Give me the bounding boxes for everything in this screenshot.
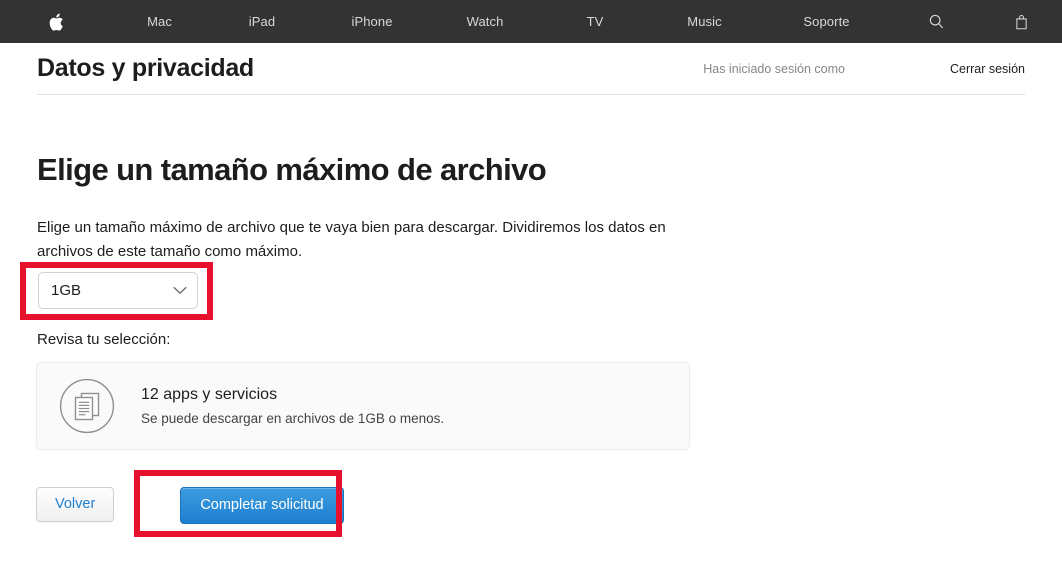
- nav-item-ipad[interactable]: iPad: [207, 0, 317, 43]
- nav-item-watch[interactable]: Watch: [427, 0, 543, 43]
- nav-item-tv[interactable]: TV: [543, 0, 647, 43]
- search-icon[interactable]: [891, 14, 981, 29]
- submit-request-button[interactable]: Completar solicitud: [180, 487, 344, 524]
- summary-card-subtitle: Se puede descargar en archivos de 1GB o …: [141, 410, 445, 426]
- documents-icon: [59, 378, 115, 434]
- back-button[interactable]: Volver: [36, 487, 115, 522]
- header-account-area: Has iniciado sesión como Cerrar sesión: [703, 62, 1025, 76]
- main-content: Elige un tamaño máximo de archivo Elige …: [0, 152, 1062, 264]
- signed-in-as-label: Has iniciado sesión como: [703, 61, 845, 76]
- apple-logo-icon[interactable]: [0, 13, 112, 31]
- shopping-bag-icon[interactable]: [981, 14, 1061, 30]
- page-header: Datos y privacidad Has iniciado sesión c…: [37, 43, 1025, 95]
- global-nav: Mac iPad iPhone Watch TV Music Soporte: [0, 0, 1062, 43]
- nav-item-mac[interactable]: Mac: [112, 0, 207, 43]
- nav-item-music[interactable]: Music: [647, 0, 762, 43]
- file-size-select-value: 1GB: [51, 282, 82, 299]
- summary-card: 12 apps y servicios Se puede descargar e…: [36, 362, 690, 450]
- nav-item-soporte[interactable]: Soporte: [762, 0, 891, 43]
- page-title: Datos y privacidad: [37, 54, 254, 82]
- action-button-row: Volver Completar solicitud: [36, 487, 344, 524]
- intro-paragraph: Elige un tamaño máximo de archivo que te…: [37, 218, 666, 260]
- sign-out-link[interactable]: Cerrar sesión: [950, 62, 1025, 76]
- review-selection-label: Revisa tu selección:: [37, 331, 171, 348]
- summary-card-text: 12 apps y servicios Se puede descargar e…: [141, 385, 444, 427]
- summary-card-title: 12 apps y servicios: [141, 385, 278, 403]
- file-size-select-wrapper: 1GB: [38, 272, 198, 309]
- section-title: Elige un tamaño máximo de archivo: [37, 152, 547, 187]
- nav-item-iphone[interactable]: iPhone: [317, 0, 427, 43]
- file-size-select[interactable]: 1GB: [38, 272, 198, 309]
- chevron-down-icon: [173, 286, 187, 295]
